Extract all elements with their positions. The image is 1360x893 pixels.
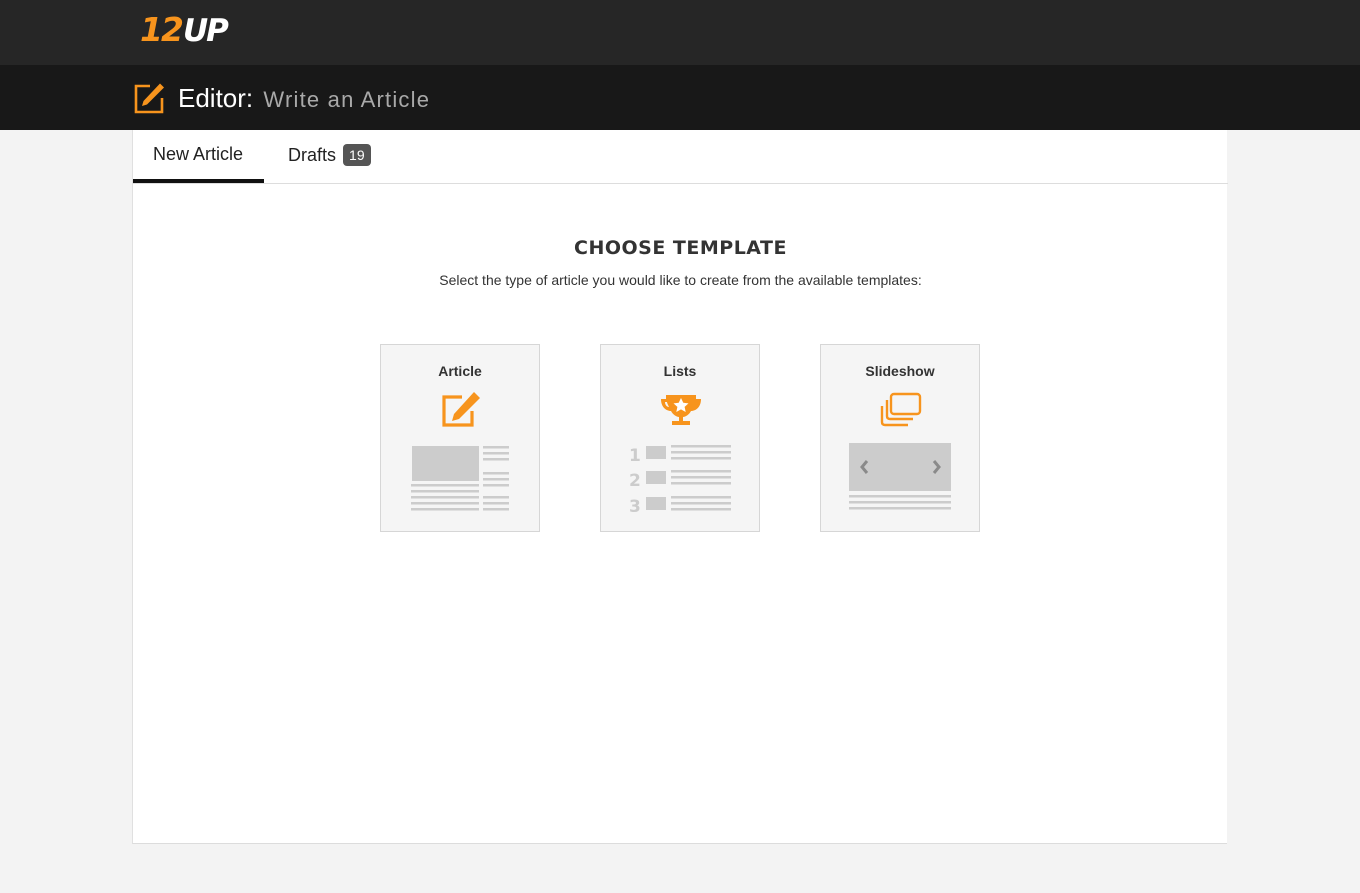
- editor-subtitle: Write an Article: [263, 87, 431, 112]
- template-title: Slideshow: [865, 363, 935, 379]
- list-number: 3: [629, 497, 641, 517]
- section-heading: CHOOSE TEMPLATE: [574, 237, 787, 259]
- list-number: 1: [629, 446, 641, 466]
- list-number: 2: [629, 471, 641, 491]
- template-card-lists[interactable]: Lists 1 2 3: [600, 344, 760, 532]
- tab-drafts-label: Drafts: [288, 145, 337, 165]
- template-title: Article: [438, 363, 482, 379]
- section-description: Select the type of article you would lik…: [439, 272, 922, 288]
- images-icon: [880, 392, 922, 427]
- tab-new-article[interactable]: New Article: [133, 130, 264, 183]
- editor-header: Editor: Write an Article: [0, 65, 1360, 130]
- slideshow-layout-preview: [849, 443, 951, 510]
- tab-drafts[interactable]: Drafts 19: [288, 130, 371, 183]
- page-title: Editor: Write an Article: [178, 83, 430, 114]
- top-navbar: 12 UP: [0, 0, 1360, 65]
- logo[interactable]: 12 UP: [140, 10, 229, 50]
- editor-title-label: Editor:: [178, 83, 254, 113]
- list-layout-preview: 1 2 3: [629, 445, 731, 517]
- article-layout-preview: [411, 446, 509, 511]
- template-card-slideshow[interactable]: Slideshow: [820, 344, 980, 532]
- edit-icon: [442, 392, 480, 427]
- logo-number: 12: [140, 10, 184, 49]
- editor-panel: New Article Drafts 19 CHOOSE TEMPLATE Se…: [132, 130, 1228, 844]
- template-card-article[interactable]: Article: [380, 344, 540, 532]
- trophy-icon: [661, 395, 701, 425]
- drafts-count-badge: 19: [343, 144, 371, 166]
- tab-bar: New Article Drafts 19: [133, 130, 1228, 184]
- edit-icon: [134, 83, 164, 114]
- logo-text: UP: [182, 13, 229, 49]
- template-title: Lists: [663, 363, 697, 379]
- tab-new-article-label: New Article: [153, 144, 244, 164]
